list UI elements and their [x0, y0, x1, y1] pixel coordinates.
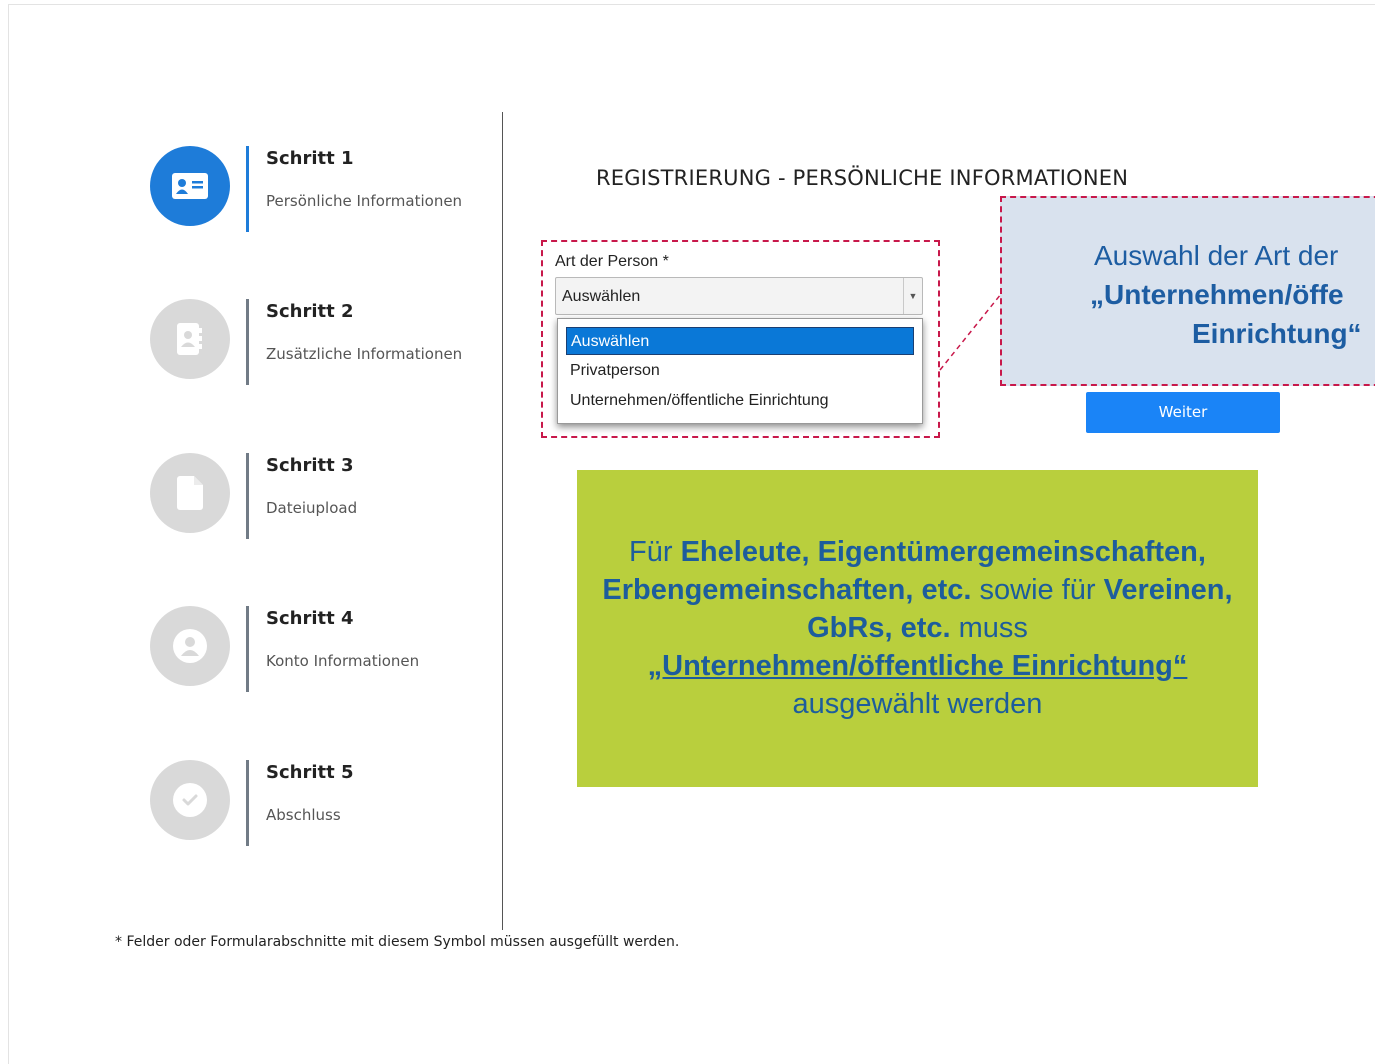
hint-callout: Für Eheleute, Eigentümergemeinschaften, …	[577, 470, 1258, 787]
hint-mid-1: sowie für	[971, 574, 1104, 606]
step-5-title: Schritt 5	[266, 762, 354, 783]
hint-prefix: Für	[629, 536, 681, 568]
check-circle-icon	[173, 783, 207, 817]
step-1-title: Schritt 1	[266, 148, 354, 169]
step-2-title: Schritt 2	[266, 301, 354, 322]
step-3[interactable]: Schritt 3 Dateiupload	[150, 453, 490, 539]
hint-underlined: „Unternehmen/öffentliche Einrichtung“	[647, 650, 1188, 682]
user-circle-icon	[173, 629, 207, 663]
step-4-indicator	[246, 606, 249, 692]
info-callout: Auswahl der Art der „Unternehmen/öffe Ei…	[1000, 196, 1375, 386]
address-book-icon	[177, 323, 202, 355]
step-5-subtitle: Abschluss	[266, 806, 341, 824]
person-type-label: Art der Person *	[555, 253, 669, 270]
divider	[502, 112, 503, 930]
step-3-subtitle: Dateiupload	[266, 499, 358, 517]
option-unternehmen[interactable]: Unternehmen/öffentliche Einrichtung	[566, 387, 829, 415]
select-value: Auswählen	[562, 288, 641, 305]
step-4-subtitle: Konto Informationen	[266, 652, 420, 670]
step-3-circle	[150, 453, 230, 533]
person-type-dropdown: Auswählen Privatperson Unternehmen/öffen…	[557, 318, 923, 424]
info-callout-line3: Einrichtung“	[1192, 318, 1362, 349]
step-3-title: Schritt 3	[266, 455, 354, 476]
page-title: REGISTRIERUNG - PERSÖNLICHE INFORMATIONE…	[596, 166, 1129, 190]
step-3-indicator	[246, 453, 249, 539]
step-2-circle	[150, 299, 230, 379]
step-5[interactable]: Schritt 5 Abschluss	[150, 760, 490, 846]
next-button[interactable]: Weiter	[1086, 392, 1280, 433]
hint-suffix: ausgewählt werden	[792, 688, 1043, 720]
step-1-circle	[150, 146, 230, 226]
info-callout-line2: „Unternehmen/öffe	[1090, 279, 1344, 310]
step-4[interactable]: Schritt 4 Konto Informationen	[150, 606, 490, 692]
option-auswaehlen[interactable]: Auswählen	[566, 327, 914, 355]
info-callout-line1: Auswahl der Art der	[1094, 240, 1339, 271]
step-5-indicator	[246, 760, 249, 846]
step-4-title: Schritt 4	[266, 608, 354, 629]
step-5-circle	[150, 760, 230, 840]
file-icon	[177, 476, 203, 510]
required-footnote: * Felder oder Formularabschnitte mit die…	[115, 934, 680, 950]
step-2-subtitle: Zusätzliche Informationen	[266, 345, 463, 363]
step-2-indicator	[246, 299, 249, 385]
option-privatperson[interactable]: Privatperson	[566, 357, 660, 385]
chevron-down-icon[interactable]: ▼	[903, 278, 922, 314]
step-4-circle	[150, 606, 230, 686]
step-1-indicator	[246, 146, 249, 232]
hint-mid-2: muss	[950, 612, 1028, 644]
step-1[interactable]: Schritt 1 Persönliche Informationen	[150, 146, 490, 232]
step-2[interactable]: Schritt 2 Zusätzliche Informationen	[150, 299, 490, 385]
id-card-icon	[172, 173, 208, 199]
person-type-select[interactable]: Auswählen ▼	[555, 277, 923, 315]
step-1-subtitle: Persönliche Informationen	[266, 192, 463, 210]
